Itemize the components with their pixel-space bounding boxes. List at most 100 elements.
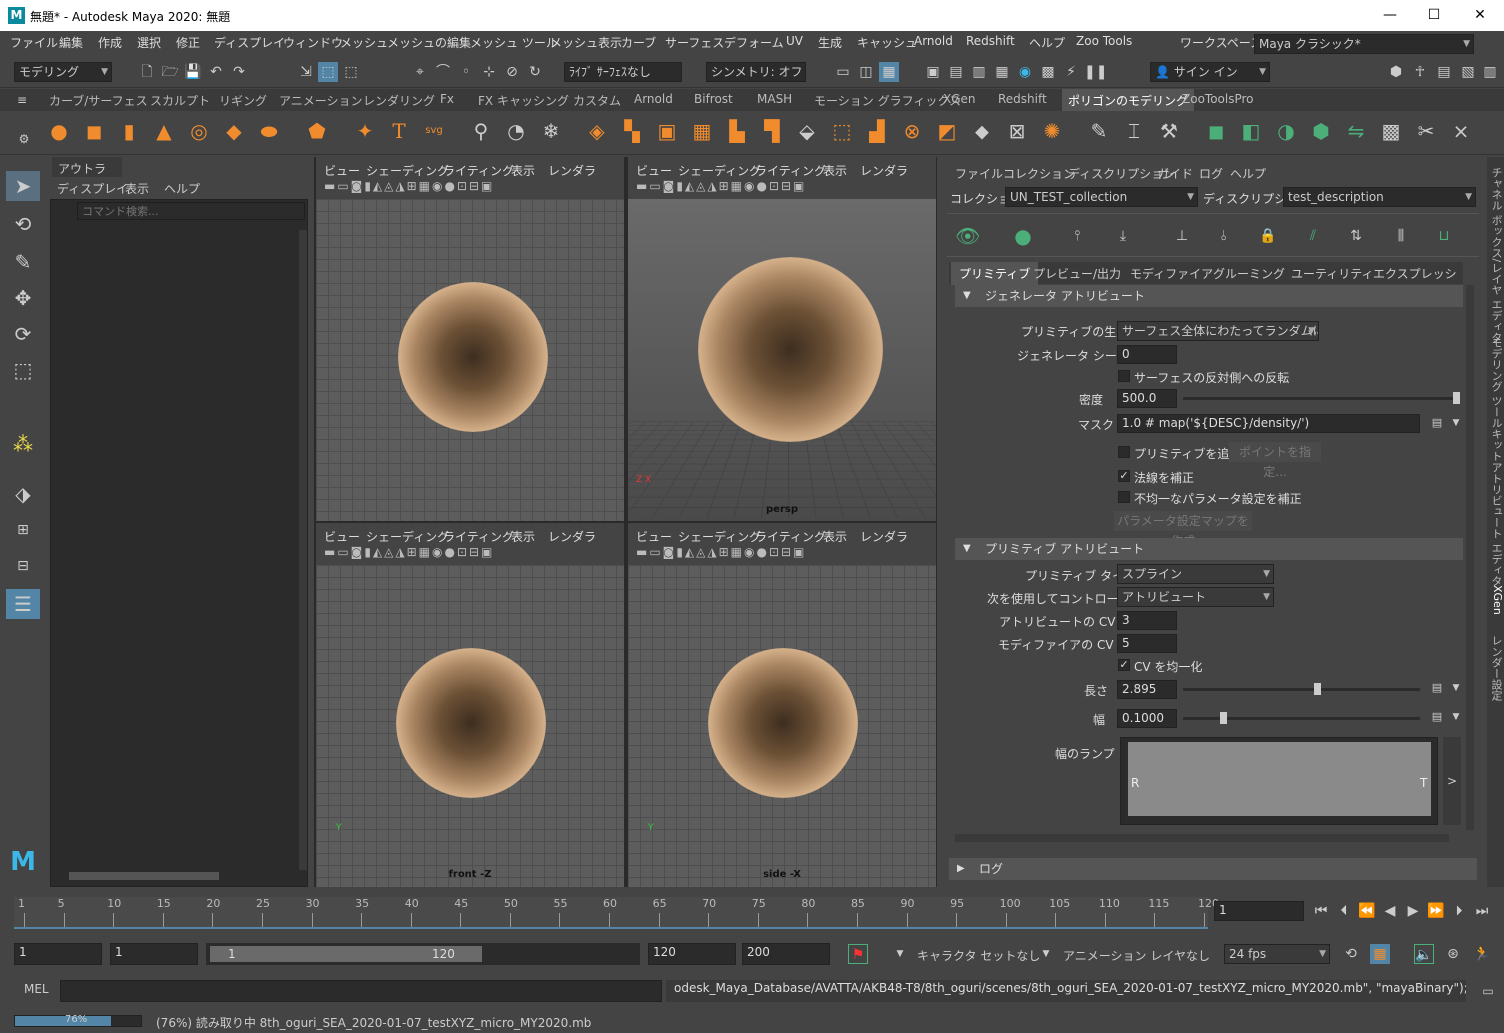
outliner-menu-help[interactable]: ヘルプ: [164, 180, 200, 197]
density-field[interactable]: 500.0: [1117, 389, 1177, 408]
tab-fx-caching[interactable]: FX キャッシング: [478, 92, 569, 109]
add-guide-icon[interactable]: ⫯: [1067, 226, 1087, 246]
poly-cone-icon[interactable]: ▲: [151, 118, 177, 144]
primitive-gen-dropdown[interactable]: サーフェス全体にわたってランダムに ▼: [1117, 321, 1319, 341]
menu-mesh[interactable]: メッシュ: [340, 34, 388, 51]
checker-icon[interactable]: ▩: [1378, 118, 1404, 144]
go-to-end-icon[interactable]: ⏭: [1472, 901, 1492, 921]
chevron-down-icon[interactable]: ▼: [890, 944, 910, 964]
chevron-down-icon[interactable]: ▼: [1036, 944, 1056, 964]
maximize-icon[interactable]: ☐: [1416, 4, 1452, 26]
tab-xgen[interactable]: XGen: [943, 92, 976, 106]
xgen-menu-log[interactable]: ログ: [1199, 165, 1223, 182]
svg-icon[interactable]: svg: [421, 118, 447, 144]
lasso-tool-icon[interactable]: ⟲: [6, 209, 40, 239]
side-tab-render-settings[interactable]: レンダー設定: [1488, 635, 1504, 701]
mask-field[interactable]: 1.0 # map('${DESC}/density/'): [1117, 414, 1420, 433]
vp-menu-shading[interactable]: シェーディング: [678, 528, 761, 545]
xgen-menu-help[interactable]: ヘルプ: [1230, 165, 1266, 182]
chevron-down-icon[interactable]: ▼: [1446, 413, 1466, 433]
guide-shape-icon[interactable]: ⊔: [1434, 226, 1454, 246]
tab-bifrost[interactable]: Bifrost: [694, 92, 733, 106]
mirror-icon[interactable]: ▦: [689, 118, 715, 144]
undo-icon[interactable]: ↶: [206, 62, 226, 82]
viewport-toolbar[interactable]: ▬▭◙▮◭◬◮⊞▦◉●⊡⊟▣: [316, 179, 624, 199]
merge-icon[interactable]: ⬥: [969, 118, 995, 144]
select-guide-icon[interactable]: ⫰: [1214, 226, 1234, 246]
symmetry-dropdown[interactable]: シンメトリ: オフ: [706, 62, 806, 82]
menu-select[interactable]: 選択: [137, 34, 161, 51]
select-component-icon[interactable]: ⬚: [341, 62, 361, 82]
seed-field[interactable]: 0: [1117, 345, 1177, 364]
play-backwards-icon[interactable]: ◀: [1380, 901, 1400, 921]
vp-menu-show[interactable]: 表示: [823, 162, 847, 179]
outliner-hscrollbar[interactable]: [69, 872, 219, 880]
vp-menu-lighting[interactable]: ライティング: [443, 528, 514, 545]
width-ramp[interactable]: R T: [1120, 737, 1438, 825]
append-icon[interactable]: ▟: [864, 118, 890, 144]
chevron-down-icon[interactable]: ▼: [1446, 678, 1466, 698]
tab-redshift[interactable]: Redshift: [998, 92, 1047, 106]
viewport-side[interactable]: ビュー シェーディング ライティング 表示 レンダラ ▬▭◙▮◭◬◮⊞▦◉●⊡⊟…: [628, 523, 936, 887]
vp-menu-lighting[interactable]: ライティング: [755, 528, 826, 545]
move-tool-icon[interactable]: ✥: [6, 283, 40, 313]
outliner-layout-icon[interactable]: ☰: [6, 589, 40, 619]
select-hierarchy-icon[interactable]: ⇲: [296, 62, 316, 82]
add-primitive-checkbox[interactable]: [1118, 446, 1130, 458]
auto-map-icon[interactable]: ⬢: [1308, 118, 1334, 144]
tab-sculpting[interactable]: スカルプト: [150, 92, 210, 109]
menu-file[interactable]: ファイル: [10, 34, 58, 51]
time-ruler[interactable]: 1 5 10 15 20 25 30 35 40 45 50 55 60 65 70 75 80 85 90 95 10…: [14, 897, 1208, 929]
menu-surfaces[interactable]: サーフェス: [665, 34, 724, 51]
viewport-front[interactable]: ビュー シェーディング ライティング 表示 レンダラ ▬▭◙▮◭◬◮⊞▦◉●⊡⊟…: [316, 523, 624, 887]
workspace-dropdown[interactable]: Maya クラシック* ▼: [1254, 34, 1474, 54]
character-controls-icon[interactable]: ☥: [1410, 62, 1430, 82]
outliner-tab[interactable]: アウトライナ: [52, 157, 122, 177]
expression-editor-icon[interactable]: ▤: [1427, 413, 1447, 433]
attribute-editor-icon[interactable]: ▤: [1434, 62, 1454, 82]
scale-tool-icon[interactable]: ⬚: [6, 355, 40, 385]
minimize-icon[interactable]: —: [1372, 4, 1408, 26]
close-icon[interactable]: ✕: [1462, 4, 1498, 26]
add-guide-plus-icon[interactable]: ⊥: [1172, 226, 1192, 246]
ramp-curve-area[interactable]: [1128, 742, 1431, 816]
script-editor-icon[interactable]: ▭: [1478, 981, 1498, 1001]
mel-label[interactable]: MEL: [24, 982, 49, 996]
insert-loop-icon[interactable]: ⌶: [1121, 118, 1147, 144]
smooth-icon[interactable]: ▣: [654, 118, 680, 144]
vp-menu-lighting[interactable]: ライティング: [755, 162, 826, 179]
poly-cube-icon[interactable]: ◼: [81, 118, 107, 144]
open-scene-icon[interactable]: 🗁: [160, 62, 180, 82]
sign-in-dropdown[interactable]: 👤 サイン イン ▼: [1150, 62, 1270, 82]
menu-generate[interactable]: 生成: [818, 34, 842, 51]
primitive-section-header[interactable]: ▼ プリミティブ アトリビュート: [955, 538, 1463, 560]
outliner-menu-show[interactable]: 表示: [125, 180, 149, 197]
snap-surface-icon[interactable]: ⊘: [502, 62, 522, 82]
type-icon[interactable]: T: [386, 118, 412, 144]
description-dropdown[interactable]: test_description ▼: [1283, 187, 1476, 207]
cut-uv-icon[interactable]: ✂: [1413, 118, 1439, 144]
length-slider-knob[interactable]: [1314, 683, 1321, 695]
vp-menu-view[interactable]: ビュー: [324, 162, 360, 179]
step-forward-frame-icon[interactable]: ⏵: [1449, 901, 1469, 921]
cache-playback-icon[interactable]: ▦: [1370, 944, 1390, 964]
range-slider-handle[interactable]: 1 120: [210, 946, 482, 962]
menu-display[interactable]: ディスプレイ: [214, 34, 285, 51]
vp-menu-shading[interactable]: シェーディング: [366, 162, 449, 179]
viewport-persp[interactable]: ビュー シェーディング ライティング 表示 レンダラ ▬▭◙▮◭◬◮⊞▦◉●⊡⊟…: [628, 157, 936, 521]
four-view-layout-icon[interactable]: ⊞: [6, 515, 40, 545]
vp-menu-renderer[interactable]: レンダラ: [860, 528, 908, 545]
tab-mash[interactable]: MASH: [757, 92, 792, 106]
range-slider[interactable]: 1 120: [206, 943, 640, 965]
separate-icon[interactable]: ▚: [619, 118, 645, 144]
width-field[interactable]: 0.1000: [1117, 709, 1177, 728]
xgen-menu-collection[interactable]: コレクション: [1003, 165, 1075, 182]
tab-rendering[interactable]: レンダリング: [363, 92, 435, 109]
side-tab-channel-box[interactable]: チャネル ボックス/レイヤ エディタ: [1488, 167, 1504, 343]
flip-surface-checkbox[interactable]: [1118, 370, 1130, 382]
current-frame-field[interactable]: 1: [1214, 901, 1304, 921]
select-object-icon[interactable]: ⬚: [318, 62, 338, 82]
correct-normals-checkbox[interactable]: ✓: [1118, 470, 1130, 482]
density-slider[interactable]: [1183, 397, 1460, 400]
xgen-spiky-object[interactable]: [708, 648, 858, 798]
